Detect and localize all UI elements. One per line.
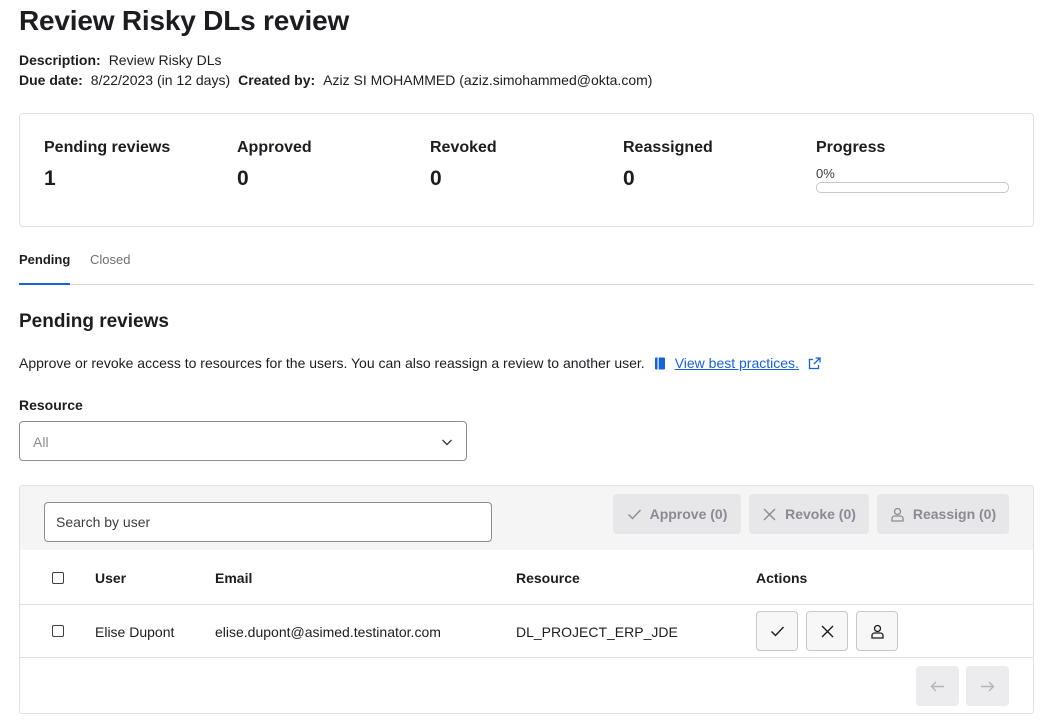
stat-approved: Approved 0 [237, 139, 312, 191]
column-header-user: User [95, 570, 127, 586]
stat-pending: Pending reviews 1 [44, 139, 170, 191]
row-email: elise.dupont@asimed.testinator.com [215, 624, 441, 640]
next-page-button[interactable] [966, 666, 1009, 706]
description-label: Description: [19, 52, 101, 68]
tab-pending[interactable]: Pending [19, 252, 71, 285]
arrow-left-icon [930, 681, 944, 691]
row-user: Elise Dupont [95, 624, 175, 640]
stat-pending-label: Pending reviews [44, 139, 171, 156]
stat-pending-value: 1 [44, 167, 56, 190]
row-resource: DL_PROJECT_ERP_JDE [516, 624, 678, 640]
row-revoke-button[interactable] [806, 611, 848, 651]
stat-revoked-label: Revoked [430, 139, 497, 156]
approve-button-label: Approve (0) [649, 506, 728, 522]
tab-bar: Pending Closed [19, 252, 1034, 285]
created-by-label: Created by: [238, 72, 316, 88]
close-icon [763, 508, 776, 520]
stat-approved-label: Approved [237, 139, 312, 156]
description-value: Review Risky DLs [108, 52, 222, 68]
table-toolbar: Approve (0) Revoke (0) Reassign (0) [20, 486, 1033, 550]
stat-revoked-value: 0 [430, 167, 442, 190]
previous-page-button[interactable] [916, 666, 959, 706]
table-header: User Email Resource Actions [20, 550, 1033, 605]
column-header-actions: Actions [756, 570, 808, 586]
stat-reassigned-label: Reassigned [623, 139, 713, 156]
user-icon [891, 507, 904, 522]
check-icon [770, 626, 784, 637]
resource-select-value: All [33, 434, 49, 450]
reassign-button[interactable]: Reassign (0) [877, 494, 1009, 534]
stat-revoked: Revoked 0 [430, 139, 497, 191]
close-icon [821, 625, 833, 637]
external-link-icon [808, 356, 821, 369]
stat-approved-value: 0 [237, 167, 249, 190]
chevron-down-icon [442, 439, 452, 446]
section-description: Approve or revoke access to resources fo… [19, 355, 821, 371]
column-header-email: Email [215, 570, 253, 586]
progress-percent: 0% [816, 166, 835, 181]
resource-select[interactable]: All [19, 421, 467, 461]
row-reassign-button[interactable] [856, 611, 898, 651]
approve-button[interactable]: Approve (0) [613, 494, 741, 534]
resource-filter-label: Resource [19, 397, 83, 413]
view-best-practices-link[interactable]: View best practices. [675, 355, 799, 371]
description-line: Description: Review Risky DLs [19, 52, 222, 68]
tab-closed[interactable]: Closed [90, 252, 130, 284]
book-icon [654, 357, 665, 369]
revoke-button-label: Revoke (0) [785, 506, 856, 522]
user-icon [870, 624, 884, 639]
due-date-value: 8/22/2023 (in 12 days) [90, 72, 231, 88]
select-all-checkbox[interactable] [52, 572, 64, 584]
due-created-line: Due date: 8/22/2023 (in 12 days) Created b… [19, 72, 652, 88]
check-icon [627, 509, 641, 520]
stat-progress-label: Progress [816, 139, 886, 156]
column-header-resource: Resource [516, 570, 580, 586]
row-checkbox[interactable] [52, 625, 64, 637]
section-title: Pending reviews [19, 311, 169, 332]
search-user-input[interactable] [44, 502, 492, 542]
stats-panel: Pending reviews 1 Approved 0 Revoked 0 R… [19, 113, 1034, 227]
reassign-button-label: Reassign (0) [912, 506, 997, 522]
stat-reassigned-value: 0 [623, 167, 635, 190]
page-title: Review Risky DLs review [19, 5, 350, 36]
due-date-label: Due date: [19, 72, 83, 88]
revoke-button[interactable]: Revoke (0) [749, 494, 869, 534]
arrow-right-icon [981, 681, 995, 691]
created-by-value: Aziz SI MOHAMMED (aziz.simohammed@okta.c… [323, 72, 653, 88]
row-approve-button[interactable] [756, 611, 798, 651]
stat-progress: Progress 0% [816, 139, 1009, 193]
progress-bar [816, 182, 1009, 193]
section-description-text: Approve or revoke access to resources fo… [19, 355, 645, 371]
table-row: Elise Dupont elise.dupont@asimed.testina… [20, 605, 1033, 658]
stat-reassigned: Reassigned 0 [623, 139, 713, 191]
reviews-table: Approve (0) Revoke (0) Reassign (0) User… [19, 485, 1034, 714]
